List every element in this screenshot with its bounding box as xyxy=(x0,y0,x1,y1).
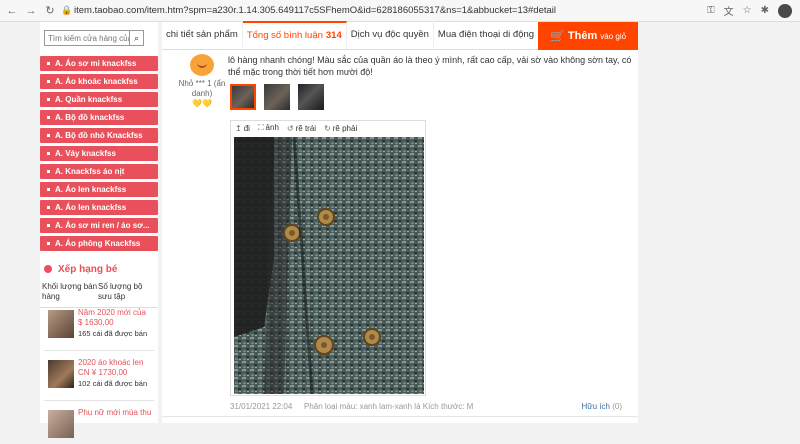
page: ⌕ A. Áo sơ mi knackfss A. Áo khoác knack… xyxy=(0,21,800,438)
review-image-viewer: ↥ đi ⛶ ảnh ↺ rẽ trái ↻ rẽ phải xyxy=(230,120,426,396)
category-item[interactable]: A. Bộ đồ nhỏ Knackfss xyxy=(40,128,158,143)
cart-icon: 🛒 xyxy=(549,29,565,43)
rotate-up-tool[interactable]: ↥ đi xyxy=(235,124,250,133)
lock-icon: 🔒 xyxy=(61,5,73,15)
ranking-item[interactable]: Năm 2020 mới của $ 1630,00 165 cái đã đư… xyxy=(48,308,158,344)
product-thumbnail[interactable] xyxy=(48,410,74,438)
category-item[interactable]: A. Áo len knackfss xyxy=(40,182,158,197)
divider xyxy=(44,400,154,401)
product-sold: 165 cái đã được bán xyxy=(78,329,148,338)
ranking-item[interactable]: Phụ nữ mới mùa thu xyxy=(48,408,158,444)
category-item[interactable]: A. Áo phông Knackfss xyxy=(40,236,158,251)
review-thumbnail[interactable] xyxy=(264,84,290,110)
product-price: $ 1630,00 xyxy=(78,318,114,327)
category-item[interactable]: A. Áo sơ mi ren / áo sơ... xyxy=(40,218,158,233)
product-name[interactable]: 2020 áo khoác len xyxy=(78,358,158,368)
tab-reviews-label: Tổng số bình luận xyxy=(246,30,323,41)
category-item[interactable]: A. Áo sơ mi knackfss xyxy=(40,56,158,71)
category-item[interactable]: A. Áo khoác knackfss xyxy=(40,74,158,89)
shop-sidebar: ⌕ A. Áo sơ mi knackfss A. Áo khoác knack… xyxy=(40,22,158,438)
rotate-right-icon: ↻ xyxy=(324,123,331,133)
cart-sublabel: vào giỏ xyxy=(600,31,627,41)
category-item[interactable]: A. Áo len knackfss xyxy=(40,200,158,215)
forward-icon[interactable]: → xyxy=(24,4,38,18)
useful-count: (0) xyxy=(612,402,622,411)
rotate-left-icon: ↺ xyxy=(286,123,294,133)
useful-label: Hữu ích xyxy=(581,402,610,411)
review-thumbnails xyxy=(230,84,324,110)
tab-reviews[interactable]: Tổng số bình luận 314 xyxy=(242,21,347,49)
ranking-item[interactable]: 2020 áo khoác len CN ¥ 1730,00 102 cái đ… xyxy=(48,358,158,394)
expand-icon: ⛶ xyxy=(257,123,264,132)
review-sku: Phân loại màu: xanh lam-xanh lá Kích thư… xyxy=(304,402,474,411)
ranking-title: Xếp hạng bé xyxy=(40,260,158,278)
cart-label: Thêm xyxy=(567,30,598,42)
key-icon[interactable]: ⚿ xyxy=(707,5,715,16)
fullsize-tool[interactable]: ⛶ ảnh xyxy=(258,123,279,133)
product-thumbnail[interactable] xyxy=(48,360,74,388)
address-bar[interactable]: 🔒 item.taobao.com/item.htm?spm=a230r.1.1… xyxy=(61,3,556,19)
category-item[interactable]: A. Knackfss áo nịt xyxy=(40,164,158,179)
product-thumbnail[interactable] xyxy=(48,310,74,338)
review-date: 31/01/2021 22:04 xyxy=(230,402,293,411)
profile-avatar[interactable] xyxy=(778,3,792,18)
ranking-icon xyxy=(44,265,52,273)
tab-sales-volume[interactable]: Khối lượng bán hàng xyxy=(42,282,98,302)
product-detail-panel: chi tiết sản phẩm Tổng số bình luận 314 D… xyxy=(162,21,638,423)
reviewer-info: Nhỏ *** 1 (ẩn danh) 💛💛 xyxy=(172,54,232,114)
extensions-icon[interactable]: ✱ xyxy=(761,5,769,16)
divider xyxy=(162,416,638,417)
product-name[interactable]: Năm 2020 mới của xyxy=(78,308,158,318)
reviewer-badge: 💛💛 xyxy=(192,99,212,108)
browser-toolbar: ← → ↻ 🔒 item.taobao.com/item.htm?spm=a23… xyxy=(0,0,800,22)
product-price: CN ¥ 1730,00 xyxy=(78,368,128,377)
useful-button[interactable]: Hữu ích (0) xyxy=(582,402,623,411)
search-icon[interactable]: ⌕ xyxy=(130,30,144,46)
translate-icon[interactable]: 文 xyxy=(724,3,734,18)
rotate-right-tool[interactable]: ↻ rẽ phải xyxy=(324,124,357,133)
product-name[interactable]: Phụ nữ mới mùa thu xyxy=(78,408,158,418)
category-item[interactable]: A. Váy knackfss xyxy=(40,146,158,161)
tab-collection-count[interactable]: Số lượng bộ sưu tập xyxy=(98,282,158,302)
review-meta: 31/01/2021 22:04 Phân loại màu: xanh lam… xyxy=(230,402,622,414)
category-list: A. Áo sơ mi knackfss A. Áo khoác knackfs… xyxy=(40,56,158,254)
shop-search-input[interactable] xyxy=(44,30,130,46)
arrow-up-icon: ↥ xyxy=(235,123,242,133)
star-icon[interactable]: ☆ xyxy=(743,5,752,16)
tab-product-details[interactable]: chi tiết sản phẩm xyxy=(162,21,243,49)
add-to-cart-button[interactable]: 🛒 Thêm vào giỏ xyxy=(538,22,638,50)
category-item[interactable]: A. Bộ đồ knackfss xyxy=(40,110,158,125)
tweed-jacket-photo xyxy=(234,137,424,394)
tab-exclusive-service[interactable]: Dịch vụ độc quyền xyxy=(347,21,434,49)
back-icon[interactable]: ← xyxy=(5,4,19,18)
review-thumbnail[interactable] xyxy=(230,84,256,110)
tab-mobile-purchase[interactable]: Mua điện thoại di động xyxy=(434,21,540,49)
reviewer-avatar xyxy=(190,54,214,76)
category-item[interactable]: A. Quần knackfss xyxy=(40,92,158,107)
review-photo[interactable] xyxy=(234,137,424,394)
shop-search: ⌕ xyxy=(44,30,170,46)
review-thumbnail[interactable] xyxy=(298,84,324,110)
rotate-left-tool[interactable]: ↺ rẽ trái xyxy=(287,124,316,133)
divider xyxy=(44,350,154,351)
url-text: item.taobao.com/item.htm?spm=a230r.1.14.… xyxy=(74,5,557,16)
reviews-count: 314 xyxy=(325,30,342,41)
reviewer-name: Nhỏ *** 1 (ẩn danh) xyxy=(178,79,226,98)
ranking-tabs: Khối lượng bán hàng Số lượng bộ sưu tập xyxy=(40,282,158,308)
reload-icon[interactable]: ↻ xyxy=(43,4,57,18)
image-viewer-toolbar: ↥ đi ⛶ ảnh ↺ rẽ trái ↻ rẽ phải xyxy=(231,121,427,135)
product-sold: 102 cái đã được bán xyxy=(78,379,148,388)
review-text: lô hàng nhanh chóng! Màu sắc của quần áo… xyxy=(228,55,632,77)
